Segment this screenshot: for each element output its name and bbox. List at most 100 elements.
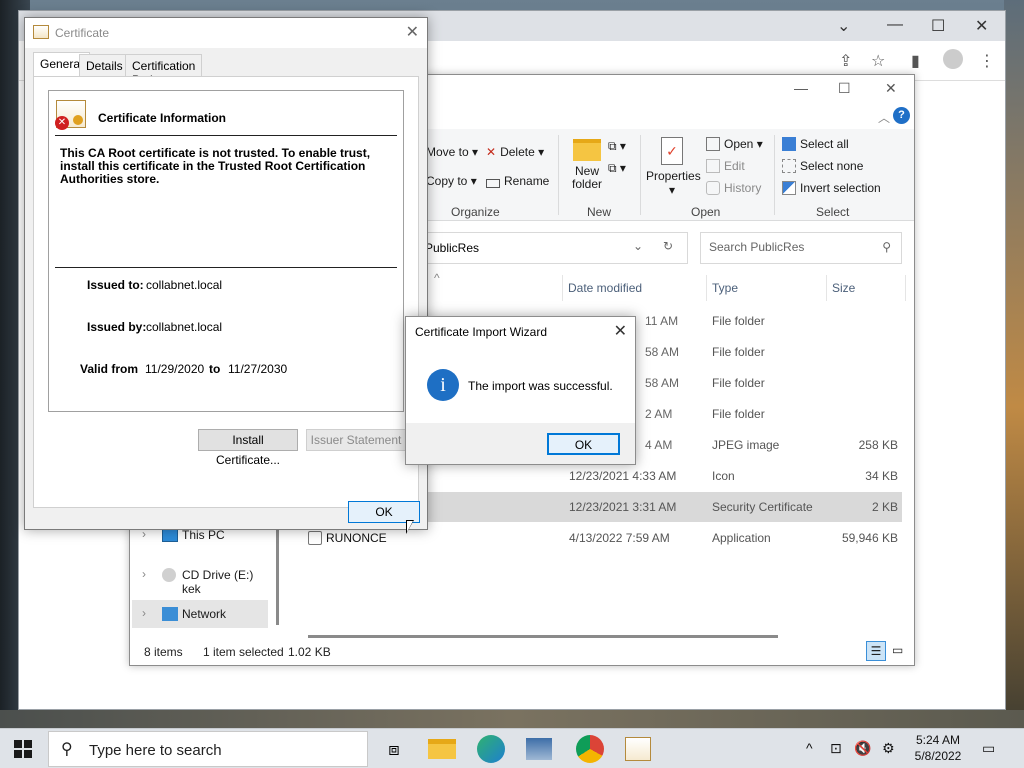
clock-date: 5/8/2022 [914, 749, 962, 763]
maximize-icon[interactable]: ☐ [838, 80, 851, 97]
open-button[interactable]: Open ▾ [706, 137, 763, 151]
row-type: Application [712, 531, 771, 545]
status-selected: 1 item selected [203, 645, 284, 659]
network-tool-icon[interactable] [526, 738, 552, 760]
select-none-button[interactable]: Select none [782, 159, 863, 173]
minimize-icon[interactable]: — [887, 16, 903, 34]
certificate-icon [33, 25, 49, 39]
select-all-label: Select all [800, 137, 849, 151]
properties-label: Properties [646, 169, 701, 183]
search-icon: ⚲ [882, 240, 891, 254]
edge-browser-icon[interactable] [477, 735, 505, 763]
import-success-message: The import was successful. [468, 379, 613, 393]
minimize-icon[interactable]: — [794, 80, 808, 96]
row-type: File folder [712, 376, 765, 390]
column-divider[interactable] [562, 275, 563, 301]
notifications-icon[interactable]: ▭ [982, 740, 995, 757]
issued-to-label: Issued to: [87, 278, 144, 292]
close-icon[interactable]: ✕ [406, 22, 419, 42]
nav-item-cd-drive[interactable]: › CD Drive (E:) kek [132, 561, 268, 596]
nav-scrollbar[interactable] [276, 515, 279, 625]
mouse-cursor [406, 520, 414, 534]
easy-access-icon[interactable]: ⧉ ▾ [608, 161, 626, 176]
row-date: 4 AM [645, 438, 673, 452]
details-view-icon[interactable]: ☰ [866, 641, 886, 661]
info-heading: Certificate Information [98, 111, 227, 125]
star-icon[interactable]: ☆ [871, 51, 885, 71]
tab-certification-path[interactable]: Certification Path [125, 54, 203, 87]
help-icon[interactable]: ? [893, 107, 910, 124]
chevron-right-icon[interactable]: › [142, 606, 146, 620]
taskbar: ⚲ Type here to search ⧈ ^ ⊡ 🔇 ⚙ 5:24 AM … [0, 728, 1024, 768]
ribbon-separator [774, 135, 775, 215]
file-explorer-taskbar-icon[interactable] [428, 739, 456, 759]
large-icons-view-icon[interactable]: ▭ [892, 643, 903, 657]
copy-to-button[interactable]: Copy to ▾ [426, 174, 477, 188]
tab-details[interactable]: Details [79, 54, 130, 76]
rename-button[interactable]: Rename [486, 174, 549, 188]
close-icon[interactable]: ✕ [885, 80, 897, 97]
refresh-icon[interactable]: ↻ [663, 239, 673, 253]
chrome-browser-icon[interactable] [576, 735, 604, 763]
new-item-icon[interactable]: ⧉ ▾ [608, 139, 626, 154]
delete-button[interactable]: ✕ Delete ▾ [486, 145, 544, 159]
nav-item-network[interactable]: › Network [132, 600, 268, 628]
address-bar[interactable]: PublicRes ⌄ ↻ [418, 232, 688, 264]
column-divider[interactable] [706, 275, 707, 301]
invert-selection-icon [782, 181, 796, 195]
close-icon[interactable]: ✕ [975, 16, 988, 36]
chevron-up-icon[interactable]: ^ [806, 740, 813, 756]
ribbon-group-open: Open [691, 205, 721, 219]
close-icon[interactable]: ✕ [614, 321, 627, 341]
column-header-size[interactable]: Size [832, 281, 855, 295]
properties-button[interactable]: ✓ Properties ▾ [646, 137, 701, 197]
history-icon [706, 181, 720, 195]
new-folder-button[interactable]: New folder [568, 139, 606, 191]
volume-muted-icon[interactable]: 🔇 [854, 740, 871, 757]
share-icon[interactable]: ⇪ [839, 51, 852, 71]
desktop-wallpaper-right [1004, 0, 1024, 740]
start-button[interactable] [14, 740, 32, 758]
maximize-icon[interactable]: ☐ [931, 16, 945, 36]
issued-to-value: collabnet.local [146, 278, 223, 292]
history-button[interactable]: History [706, 181, 761, 195]
wizard-ok-button[interactable]: OK [547, 433, 620, 455]
select-all-icon [782, 137, 796, 151]
certificate-taskbar-icon[interactable] [625, 737, 651, 761]
ribbon-collapse-icon[interactable]: ︿ [878, 109, 890, 126]
row-date: 4/13/2022 7:59 AM [569, 531, 670, 545]
search-icon: ⚲ [61, 741, 73, 758]
edit-button[interactable]: Edit [706, 159, 745, 173]
chevron-right-icon[interactable]: › [142, 567, 146, 581]
certificate-dialog: Certificate ✕ General Details Certificat… [24, 17, 428, 530]
chevron-down-icon[interactable]: ⌄ [837, 16, 850, 36]
clock[interactable]: 5:24 AM 5/8/2022 [912, 732, 964, 764]
task-view-icon[interactable]: ⧈ [380, 735, 408, 763]
select-all-button[interactable]: Select all [782, 137, 849, 151]
valid-to-value: 11/27/2030 [228, 362, 288, 376]
sidebar-icon[interactable]: ▮ [911, 51, 920, 71]
column-header-date[interactable]: Date modified [568, 281, 642, 295]
sort-up-icon[interactable]: ^ [434, 271, 440, 285]
ribbon-group-organize: Organize [451, 205, 500, 219]
install-certificate-button[interactable]: Install Certificate... [198, 429, 298, 467]
network-tray-icon[interactable]: ⊡ [830, 740, 842, 757]
chevron-down-icon: ▾ [668, 183, 676, 197]
search-input[interactable]: Search PublicRes ⚲ [700, 232, 902, 264]
menu-kebab-icon[interactable]: ⋮ [979, 51, 995, 71]
column-header-type[interactable]: Type [712, 281, 738, 295]
taskbar-search[interactable]: ⚲ Type here to search [48, 731, 368, 767]
divider [55, 267, 397, 268]
this-pc-icon [162, 528, 178, 542]
move-to-button[interactable]: Move to ▾ [426, 145, 478, 159]
invert-selection-button[interactable]: Invert selection [782, 181, 881, 195]
column-divider[interactable] [826, 275, 827, 301]
column-divider[interactable] [905, 275, 906, 301]
chevron-down-icon[interactable]: ⌄ [633, 239, 643, 253]
issuer-statement-button[interactable]: Issuer Statement [306, 429, 406, 451]
horizontal-scrollbar[interactable] [308, 635, 778, 638]
profile-avatar-icon[interactable] [943, 49, 963, 69]
row-type: Security Certificate [712, 500, 813, 514]
settings-gear-icon[interactable]: ⚙ [882, 740, 895, 757]
nav-label: This PC [182, 528, 225, 542]
